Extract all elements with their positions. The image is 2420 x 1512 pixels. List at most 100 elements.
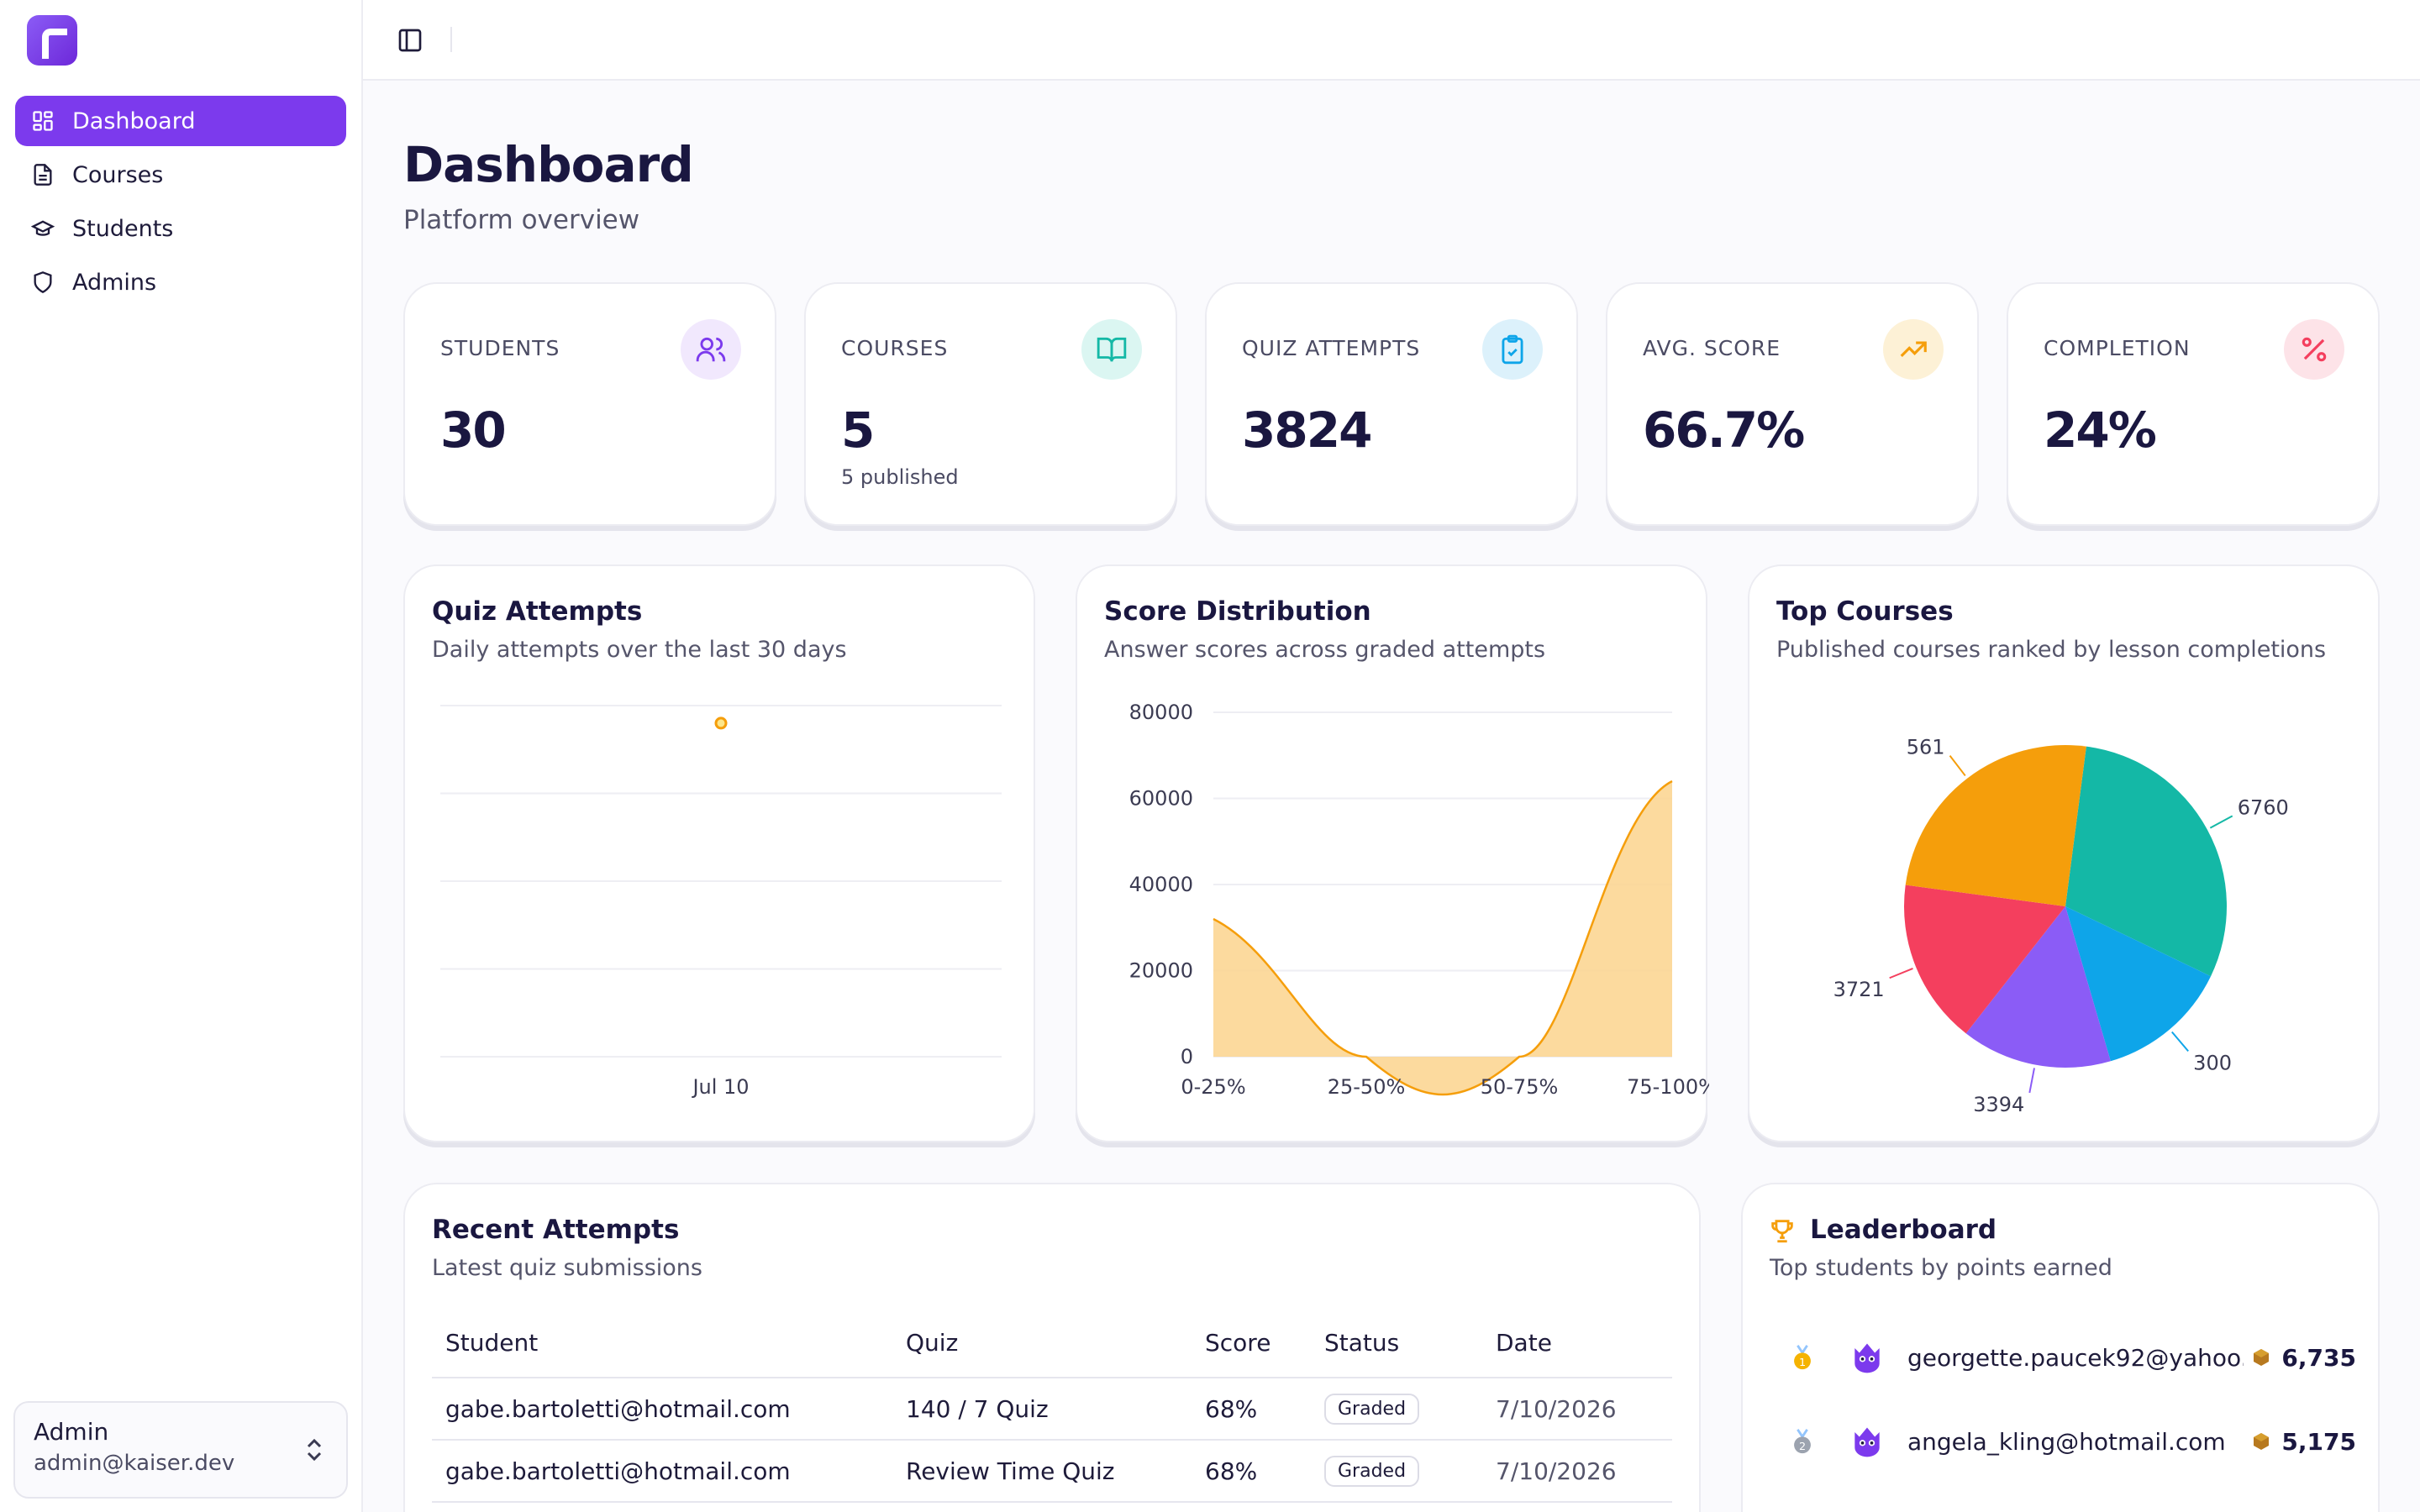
svg-text:1: 1 <box>1799 1357 1806 1369</box>
table-row[interactable]: gabe.bartoletti@hotmail.com Review Time … <box>432 1440 1672 1503</box>
stat-sub: 5 published <box>841 465 959 489</box>
leaderboard-points: 5,175 <box>2251 1428 2356 1456</box>
svg-text:2: 2 <box>1799 1441 1806 1453</box>
sidebar-item-admins[interactable]: Admins <box>15 257 346 307</box>
pie-label-leader <box>1889 968 1913 979</box>
stat-label: COMPLETION <box>2044 336 2191 360</box>
y-tick-label: 80000 <box>1129 701 1193 724</box>
points-value: 5,175 <box>2281 1427 2356 1456</box>
percent-icon <box>2284 319 2344 380</box>
trophy-icon <box>1771 1220 1793 1243</box>
sidebar-item-label: Dashboard <box>72 108 196 134</box>
sidebar-item-label: Courses <box>72 161 164 188</box>
sidebar-toggle-icon[interactable] <box>397 27 424 54</box>
pie-label: 300 <box>2193 1051 2232 1074</box>
x-tick-label: Jul 10 <box>691 1075 749 1099</box>
sidebar-item-label: Admins <box>72 269 157 296</box>
x-tick-label: 0-25% <box>1181 1075 1245 1099</box>
pie-label: 3721 <box>1833 978 1885 1001</box>
clipboard-check-icon <box>1482 319 1543 380</box>
page-title: Dashboard <box>403 136 694 193</box>
trending-up-icon <box>1883 319 1944 380</box>
page-subtitle: Platform overview <box>403 205 640 235</box>
y-tick-label: 20000 <box>1129 959 1193 983</box>
score-distribution-chart: 0 20000 40000 60000 80000 0-25% 25-50% 50-75% 75… <box>1129 701 1709 1099</box>
topbar-divider <box>450 27 452 52</box>
avatar <box>1854 1343 1880 1373</box>
top-courses-chart: 6760 300 3394 3721 561 <box>1833 736 2289 1116</box>
graduation-cap-icon <box>30 216 55 241</box>
cell-student: gabe.bartoletti@hotmail.com <box>432 1440 892 1503</box>
status-badge: Graded <box>1324 1456 1420 1487</box>
pie-label-leader <box>1949 755 1966 777</box>
points-cube-icon <box>2254 1433 2270 1450</box>
stat-card-students: STUDENTS 30 <box>403 282 776 526</box>
gold-medal-icon: 1 <box>1794 1345 1811 1370</box>
table-header-row: Student Quiz Score Status Date <box>432 1309 1672 1378</box>
area-fill <box>1213 781 1672 1095</box>
stat-label: QUIZ ATTEMPTS <box>1242 336 1421 360</box>
data-point <box>714 717 728 730</box>
leaderboard-points: 6,735 <box>2251 1344 2356 1372</box>
user-email: admin@kaiser.dev <box>34 1451 235 1476</box>
column-header-status[interactable]: Status <box>1311 1309 1482 1378</box>
users-icon <box>681 319 741 380</box>
pie-label: 6760 <box>2238 795 2289 819</box>
cell-date: 7/10/2026 <box>1482 1440 1672 1503</box>
topbar <box>363 0 2420 81</box>
sidebar-item-dashboard[interactable]: Dashboard <box>15 96 346 146</box>
x-tick-label: 50-75% <box>1481 1075 1559 1099</box>
sidebar-nav: Dashboard Courses Students Admins <box>15 96 346 311</box>
shield-icon <box>30 270 55 295</box>
stat-label: AVG. SCORE <box>1643 336 1781 360</box>
column-header-student[interactable]: Student <box>432 1309 892 1378</box>
top-courses-card: Top Courses Published courses ranked by … <box>1748 564 2380 1142</box>
recent-attempts-card: Recent Attempts Latest quiz submissions … <box>403 1183 1701 1512</box>
stat-card-quiz-attempts: QUIZ ATTEMPTS 3824 <box>1205 282 1578 526</box>
leaderboard-row[interactable]: 1 georgette.paucek92@yahoo.... 6,735 <box>1776 1332 2356 1383</box>
y-tick-label: 40000 <box>1129 873 1193 896</box>
quiz-attempts-chart: Jul 10 <box>440 705 1002 1099</box>
status-badge: Graded <box>1324 1394 1420 1425</box>
card-title: Recent Attempts <box>432 1215 680 1245</box>
column-header-quiz[interactable]: Quiz <box>892 1309 1192 1378</box>
x-tick-label: 25-50% <box>1328 1075 1406 1099</box>
avatar <box>1854 1427 1880 1457</box>
stat-value: 3824 <box>1242 402 1372 459</box>
cell-quiz: Review Time Quiz <box>892 1440 1192 1503</box>
stat-card-courses: COURSES 5 5 published <box>804 282 1177 526</box>
cell-score: 68% <box>1192 1440 1311 1503</box>
user-name: Admin <box>34 1418 109 1446</box>
cell-status: Graded <box>1311 1378 1482 1441</box>
chevrons-up-down-icon <box>307 1438 322 1462</box>
recent-attempts-table: Student Quiz Score Status Date gabe.bart… <box>432 1309 1672 1503</box>
pie-label: 561 <box>1907 736 1945 759</box>
points-value: 6,735 <box>2281 1343 2356 1372</box>
score-distribution-card: Score Distribution Answer scores across … <box>1076 564 1709 1142</box>
quiz-attempts-card: Quiz Attempts Daily attempts over the la… <box>403 564 1035 1142</box>
stat-value: 66.7% <box>1643 402 1805 459</box>
leaderboard-card: Leaderboard Top students by points earne… <box>1741 1183 2380 1512</box>
pie-slice <box>1905 745 2086 906</box>
stat-value: 30 <box>440 402 507 459</box>
silver-medal-icon: 2 <box>1794 1429 1811 1454</box>
pie-label-leader <box>2028 1068 2035 1094</box>
card-title: Leaderboard <box>1810 1215 1997 1245</box>
table-row[interactable]: gabe.bartoletti@hotmail.com 140 / 7 Quiz… <box>432 1378 1672 1441</box>
stat-label: STUDENTS <box>440 336 560 360</box>
app-logo[interactable] <box>27 15 77 66</box>
stat-card-avg-score: AVG. SCORE 66.7% <box>1606 282 1979 526</box>
leaderboard-row[interactable]: 2 angela_kling@hotmail.com 5,175 <box>1776 1416 2356 1467</box>
leaderboard-email: angela_kling@hotmail.com <box>1907 1427 2226 1456</box>
cell-quiz: 140 / 7 Quiz <box>892 1378 1192 1441</box>
file-text-icon <box>30 162 55 187</box>
user-menu[interactable]: Admin admin@kaiser.dev <box>13 1401 348 1499</box>
sidebar-item-students[interactable]: Students <box>15 203 346 254</box>
cell-student: gabe.bartoletti@hotmail.com <box>432 1378 892 1441</box>
column-header-date[interactable]: Date <box>1482 1309 1672 1378</box>
pie-label: 3394 <box>1973 1093 2024 1116</box>
cell-status: Graded <box>1311 1440 1482 1503</box>
column-header-score[interactable]: Score <box>1192 1309 1311 1378</box>
sidebar-item-courses[interactable]: Courses <box>15 150 346 200</box>
points-cube-icon <box>2254 1349 2270 1366</box>
